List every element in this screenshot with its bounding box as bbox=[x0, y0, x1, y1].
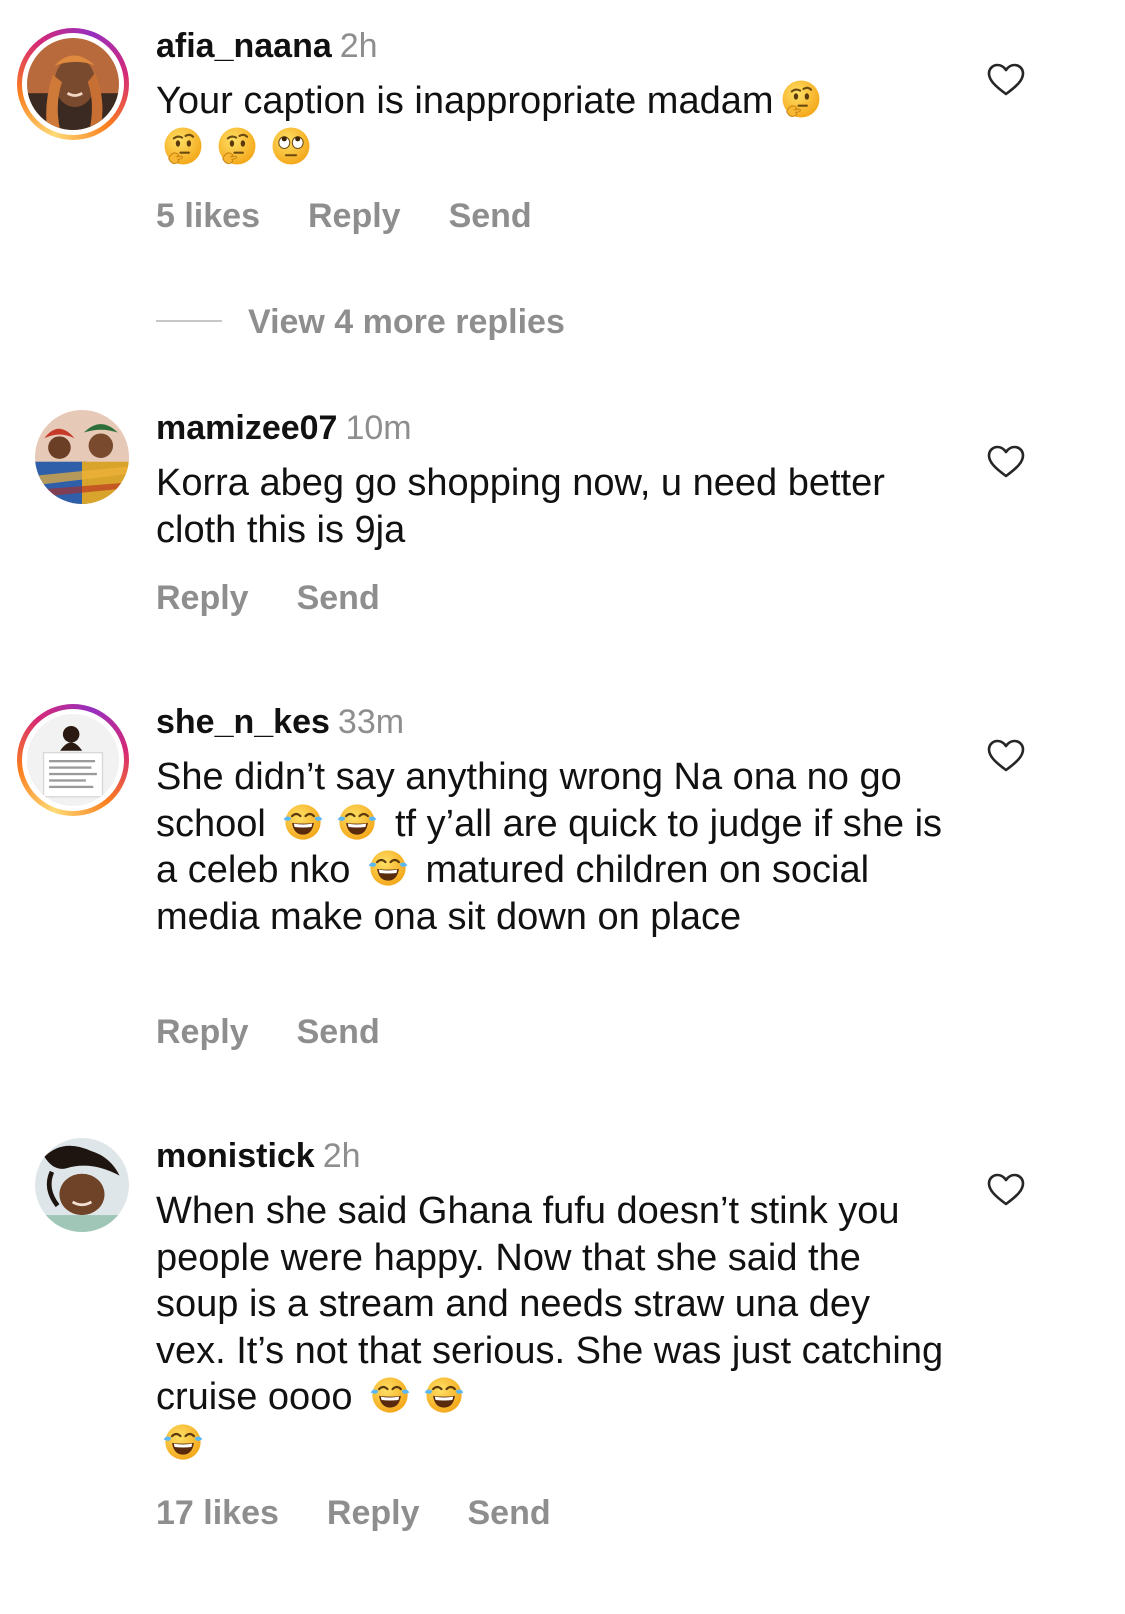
timestamp: 2h bbox=[322, 1137, 361, 1175]
likes-count[interactable]: 5 likes bbox=[156, 197, 260, 235]
reply-button[interactable]: Reply bbox=[156, 579, 249, 617]
heart-outline-icon[interactable] bbox=[987, 1173, 1025, 1207]
comment-text: She didn’t say anything wrong Na ona no … bbox=[156, 754, 946, 940]
face-with-tears-of-joy-emoji-icon bbox=[363, 847, 413, 889]
avatar-frame bbox=[35, 410, 129, 504]
avatar[interactable] bbox=[35, 1138, 129, 1232]
face-with-tears-of-joy-emoji-icon bbox=[278, 801, 328, 843]
avatar[interactable] bbox=[17, 28, 129, 140]
face-with-tears-of-joy-emoji-icon bbox=[365, 1374, 415, 1416]
send-button[interactable]: Send bbox=[467, 1494, 550, 1532]
view-more-replies-label: View 4 more replies bbox=[248, 303, 565, 341]
username[interactable]: afia_naana bbox=[156, 27, 332, 65]
avatar-photo bbox=[35, 410, 129, 504]
avatar-frame bbox=[22, 33, 124, 135]
heart-outline-icon[interactable] bbox=[987, 63, 1025, 97]
comment-text: Korra abeg go shopping now, u need bette… bbox=[156, 460, 946, 553]
timestamp: 2h bbox=[339, 27, 378, 65]
comment-text: Your caption is inappropriate madam bbox=[156, 78, 946, 171]
avatar-photo bbox=[27, 714, 119, 806]
face-with-tears-of-joy-emoji-icon bbox=[332, 801, 382, 843]
send-button[interactable]: Send bbox=[297, 579, 380, 617]
comment-header: mamizee07 10m bbox=[156, 408, 412, 448]
comment-text-part: Your caption is inappropriate madam bbox=[156, 80, 774, 122]
thinking-face-emoji-icon bbox=[212, 125, 262, 167]
view-more-replies-button[interactable]: View 4 more replies bbox=[156, 302, 565, 342]
thinking-face-emoji-icon bbox=[776, 78, 826, 120]
username[interactable]: mamizee07 bbox=[156, 409, 337, 447]
comment-actions: Reply Send bbox=[156, 1012, 428, 1052]
avatar-photo bbox=[27, 38, 119, 130]
timestamp: 10m bbox=[345, 409, 412, 447]
avatar-frame bbox=[35, 1138, 129, 1232]
heart-outline-icon[interactable] bbox=[987, 445, 1025, 479]
send-button[interactable]: Send bbox=[297, 1013, 380, 1051]
reply-button[interactable]: Reply bbox=[327, 1494, 420, 1532]
comment-header: she_n_kes 33m bbox=[156, 702, 404, 742]
comment-actions: 5 likes Reply Send bbox=[156, 196, 580, 236]
avatar[interactable] bbox=[17, 704, 129, 816]
avatar-frame bbox=[22, 709, 124, 811]
heart-outline-icon[interactable] bbox=[987, 739, 1025, 773]
avatar-photo bbox=[35, 1138, 129, 1232]
likes-count[interactable]: 17 likes bbox=[156, 1494, 279, 1532]
comment-actions: Reply Send bbox=[156, 578, 428, 618]
face-with-rolling-eyes-emoji-icon bbox=[266, 125, 316, 167]
comment-text: When she said Ghana fufu doesn’t stink y… bbox=[156, 1188, 946, 1467]
reply-button[interactable]: Reply bbox=[156, 1013, 249, 1051]
comment-text-part: Korra abeg go shopping now, u need bette… bbox=[156, 462, 885, 551]
username[interactable]: monistick bbox=[156, 1137, 315, 1175]
avatar[interactable] bbox=[35, 410, 129, 504]
comment-header: monistick 2h bbox=[156, 1136, 361, 1176]
comment-text-part: When she said Ghana fufu doesn’t stink y… bbox=[156, 1190, 944, 1418]
comment-header: afia_naana 2h bbox=[156, 26, 378, 66]
reply-button[interactable]: Reply bbox=[308, 197, 401, 235]
comment-actions: 17 likes Reply Send bbox=[156, 1493, 599, 1533]
send-button[interactable]: Send bbox=[449, 197, 532, 235]
thinking-face-emoji-icon bbox=[158, 125, 208, 167]
divider-line bbox=[156, 320, 222, 322]
username[interactable]: she_n_kes bbox=[156, 703, 330, 741]
face-with-tears-of-joy-emoji-icon bbox=[158, 1421, 208, 1463]
face-with-tears-of-joy-emoji-icon bbox=[419, 1374, 469, 1416]
timestamp: 33m bbox=[337, 703, 405, 741]
